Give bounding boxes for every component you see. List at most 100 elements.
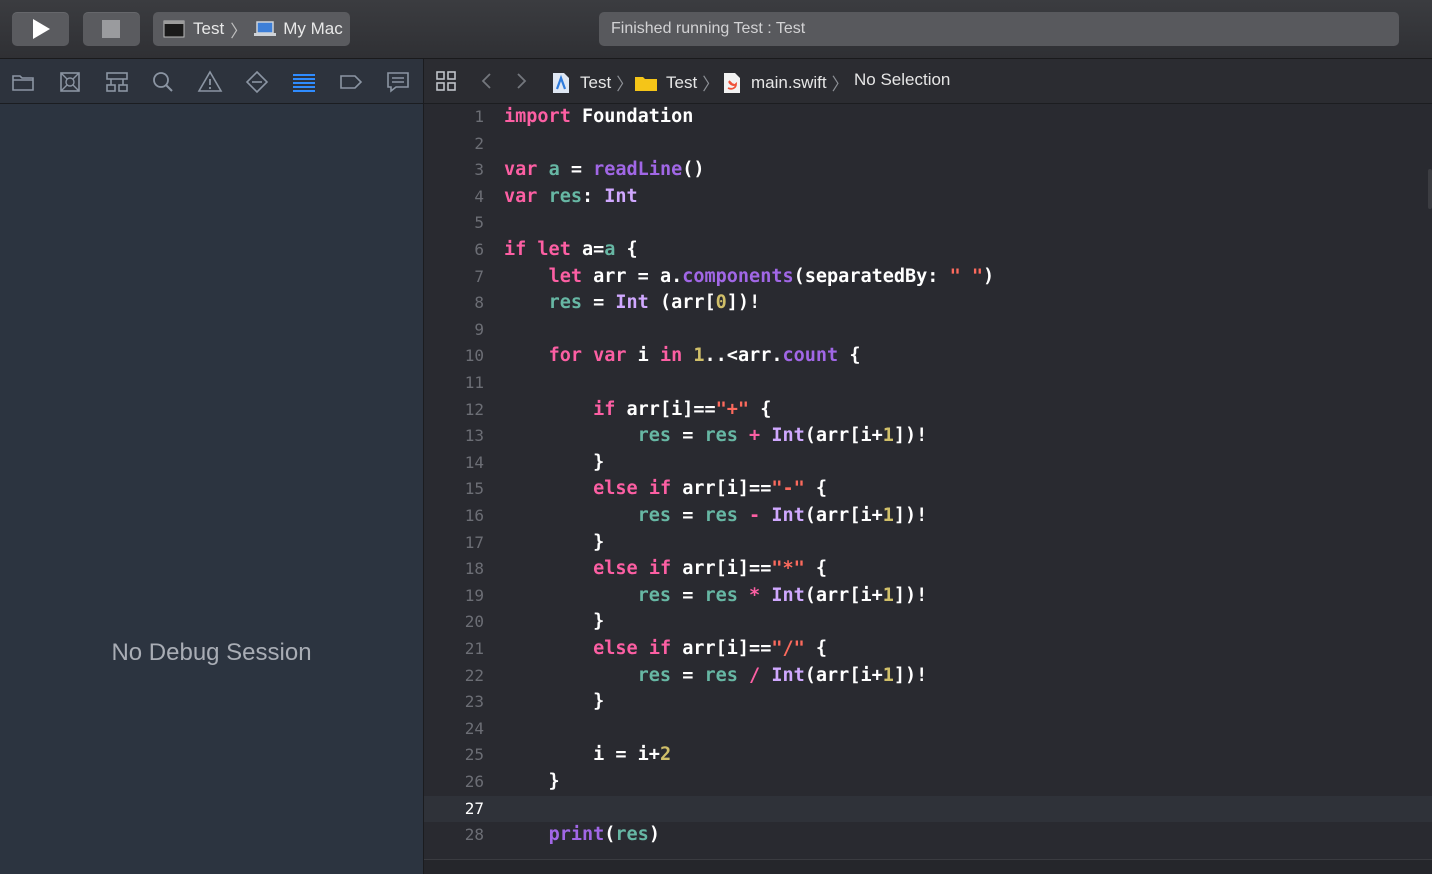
code-line: 8 res = Int (arr[0])! bbox=[424, 290, 1432, 317]
code-line: 22 res = res / Int(arr[i+1])! bbox=[424, 663, 1432, 690]
code-line: 18 else if arr[i]=="*" { bbox=[424, 556, 1432, 583]
crumb-separator-icon: 〉 bbox=[702, 75, 720, 94]
line-number: 27 bbox=[464, 798, 484, 818]
code-line: 6 if let a=a { bbox=[424, 237, 1432, 264]
code-line: 14 } bbox=[424, 450, 1432, 477]
line-number: 16 bbox=[464, 506, 484, 525]
code-line: 21 else if arr[i]=="/" { bbox=[424, 636, 1432, 663]
line-number: 10 bbox=[464, 346, 484, 366]
line-number: 11 bbox=[464, 373, 484, 392]
symbol-hierarchy-icon[interactable] bbox=[104, 69, 130, 95]
line-number: 28 bbox=[464, 825, 484, 845]
test-diamond-icon[interactable] bbox=[244, 69, 270, 95]
scheme-target-label: Test bbox=[193, 19, 225, 38]
code-line: 9 bbox=[424, 317, 1432, 344]
code-line: 11 bbox=[424, 370, 1432, 397]
code-line: 26 } bbox=[424, 769, 1432, 796]
line-number: 5 bbox=[474, 213, 484, 233]
play-icon bbox=[33, 19, 50, 39]
jump-bar-group-label: Test bbox=[666, 72, 698, 92]
scheme-destination-label: My Mac bbox=[283, 19, 343, 38]
stop-icon bbox=[102, 20, 120, 38]
code-line: 15 else if arr[i]=="-" { bbox=[424, 476, 1432, 503]
line-number: 6 bbox=[474, 240, 484, 259]
current-code-line: 27 bbox=[424, 795, 1432, 823]
line-number: 17 bbox=[464, 532, 484, 552]
line-number: 24 bbox=[464, 718, 484, 738]
line-number: 26 bbox=[464, 772, 484, 791]
project-file-icon bbox=[553, 72, 569, 93]
warning-icon[interactable] bbox=[197, 69, 223, 95]
line-number: 18 bbox=[464, 559, 484, 579]
folder-icon bbox=[635, 76, 657, 91]
line-number: 19 bbox=[464, 585, 484, 605]
code-line: 19 res = res * Int(arr[i+1])! bbox=[424, 583, 1432, 610]
activity-viewer: Finished running Test : Test bbox=[599, 12, 1399, 46]
line-number: 1 bbox=[474, 107, 484, 126]
code-line: 28 print(res) bbox=[424, 822, 1432, 849]
line-number: 7 bbox=[474, 266, 484, 286]
code-line: 23 } bbox=[424, 689, 1432, 716]
related-items-icon[interactable] bbox=[435, 70, 457, 92]
code-line: 17 } bbox=[424, 530, 1432, 557]
crumb-separator-icon: 〉 bbox=[616, 75, 634, 94]
no-debug-session-message: No Debug Session bbox=[111, 639, 312, 666]
jump-bar-project[interactable]: Test 〉 bbox=[551, 70, 633, 95]
run-button[interactable] bbox=[12, 12, 69, 46]
vertical-scrollbar[interactable] bbox=[1428, 169, 1432, 209]
line-number: 3 bbox=[474, 160, 484, 180]
stop-button[interactable] bbox=[83, 12, 140, 46]
line-number: 4 bbox=[474, 186, 484, 206]
swift-file-icon bbox=[724, 72, 740, 93]
search-icon[interactable] bbox=[150, 69, 176, 95]
line-number: 8 bbox=[474, 293, 484, 313]
breakpoint-icon[interactable] bbox=[338, 69, 364, 95]
jump-bar-symbol-label: No Selection bbox=[854, 70, 951, 89]
scheme-chevron-icon: 〉 bbox=[230, 21, 248, 41]
code-line: 13 res = res + Int(arr[i+1])! bbox=[424, 423, 1432, 450]
jump-bar-file[interactable]: main.swift 〉 bbox=[722, 70, 849, 95]
navigator-selector-bar bbox=[0, 59, 423, 104]
jump-bar-symbol[interactable]: No Selection bbox=[854, 70, 950, 90]
code-line: 24 bbox=[424, 716, 1432, 743]
forward-chevron-icon[interactable] bbox=[513, 71, 529, 91]
code-line: 5 bbox=[424, 210, 1432, 237]
code-line: 10 for var i in 1..<arr.count { bbox=[424, 343, 1432, 370]
source-editor: Test 〉 Test 〉 main.swift 〉 No Selection … bbox=[424, 59, 1432, 874]
line-number: 14 bbox=[464, 452, 484, 472]
line-number: 25 bbox=[464, 745, 484, 765]
code-line: 12 if arr[i]=="+" { bbox=[424, 397, 1432, 424]
line-number: 15 bbox=[464, 479, 484, 499]
line-number: 23 bbox=[464, 692, 484, 712]
jump-bar-project-label: Test bbox=[580, 72, 612, 92]
terminal-icon bbox=[163, 20, 185, 38]
line-number: 13 bbox=[464, 426, 484, 446]
window-toolbar: Test 〉 My Mac Finished running Test : Te… bbox=[0, 0, 1432, 59]
scheme-selector[interactable]: Test 〉 My Mac bbox=[153, 12, 350, 46]
code-line: 25 i = i+2 bbox=[424, 742, 1432, 769]
jump-bar: Test 〉 Test 〉 main.swift 〉 No Selection bbox=[424, 59, 1432, 104]
folder-icon[interactable] bbox=[10, 69, 36, 95]
activity-status-text: Finished running Test : Test bbox=[611, 20, 806, 37]
debug-navigator-icon[interactable] bbox=[291, 69, 317, 95]
source-control-icon[interactable] bbox=[57, 69, 83, 95]
line-number: 21 bbox=[464, 639, 484, 658]
line-number: 22 bbox=[464, 665, 484, 685]
line-number: 12 bbox=[464, 399, 484, 419]
laptop-icon bbox=[254, 21, 277, 36]
code-area[interactable]: 1 import Foundation 2 3 var a = readLine()… bbox=[424, 104, 1432, 858]
line-number: 9 bbox=[474, 319, 484, 339]
jump-bar-file-label: main.swift bbox=[751, 72, 827, 92]
code-line: 1 import Foundation bbox=[424, 104, 1432, 131]
debug-area-divider[interactable] bbox=[424, 859, 1432, 874]
code-line: 20 } bbox=[424, 609, 1432, 636]
debug-navigator-panel: No Debug Session bbox=[0, 59, 424, 874]
code-line: 7 let arr = a.components(separatedBy: " … bbox=[424, 264, 1432, 291]
report-icon[interactable] bbox=[385, 69, 411, 95]
code-line: 16 res = res - Int(arr[i+1])! bbox=[424, 503, 1432, 530]
jump-bar-group[interactable]: Test 〉 bbox=[634, 70, 719, 95]
back-chevron-icon[interactable] bbox=[479, 71, 495, 91]
line-number: 2 bbox=[474, 133, 484, 153]
crumb-separator-icon: 〉 bbox=[831, 75, 849, 94]
line-number: 20 bbox=[464, 612, 484, 632]
